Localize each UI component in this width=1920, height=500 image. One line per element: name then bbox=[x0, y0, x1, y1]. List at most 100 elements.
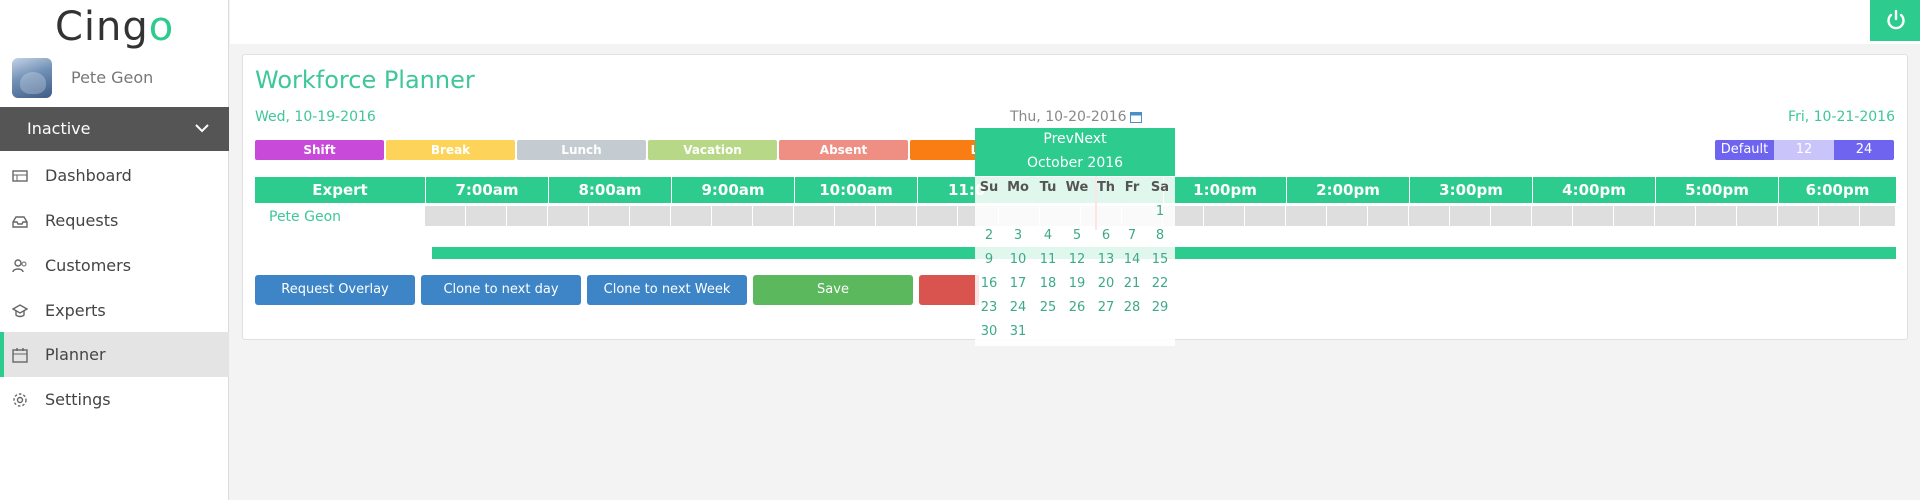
calendar-day[interactable]: 31 bbox=[1004, 324, 1032, 339]
time-slot[interactable] bbox=[1245, 206, 1286, 226]
time-slot[interactable] bbox=[1491, 206, 1532, 226]
calendar-day[interactable]: 16 bbox=[975, 276, 1003, 291]
time-slot[interactable] bbox=[1860, 206, 1896, 226]
calendar-day[interactable]: 29 bbox=[1146, 300, 1174, 315]
legend-vacation[interactable]: Vacation bbox=[648, 140, 777, 160]
sidebar-item-requests[interactable]: Requests bbox=[0, 198, 229, 243]
calendar-day[interactable]: 28 bbox=[1118, 300, 1146, 315]
calendar-day[interactable]: 21 bbox=[1118, 276, 1146, 291]
time-slot[interactable] bbox=[1819, 206, 1860, 226]
time-slot[interactable] bbox=[1778, 206, 1819, 226]
time-slot[interactable] bbox=[1655, 206, 1696, 226]
status-label: Inactive bbox=[27, 119, 91, 138]
calendar-day[interactable]: 27 bbox=[1092, 300, 1120, 315]
save-button[interactable]: Save bbox=[753, 275, 913, 305]
calendar-day[interactable]: 18 bbox=[1034, 276, 1062, 291]
calendar-day[interactable]: 24 bbox=[1004, 300, 1032, 315]
sidebar-item-dashboard[interactable]: Dashboard bbox=[0, 153, 229, 198]
calendar-day[interactable]: 2 bbox=[975, 228, 1003, 243]
clone-next-week-button[interactable]: Clone to next Week bbox=[587, 275, 747, 305]
sidebar-item-settings[interactable]: Settings bbox=[0, 377, 229, 422]
datepicker-prev[interactable]: Prev bbox=[1043, 131, 1074, 147]
calendar-day[interactable]: 12 bbox=[1063, 252, 1091, 267]
time-slot[interactable] bbox=[548, 206, 589, 226]
calendar-day[interactable]: 9 bbox=[975, 252, 1003, 267]
time-slot[interactable] bbox=[1573, 206, 1614, 226]
calendar-day[interactable]: 10 bbox=[1004, 252, 1032, 267]
time-slot[interactable] bbox=[794, 206, 835, 226]
calendar-day[interactable]: 20 bbox=[1092, 276, 1120, 291]
time-slot[interactable] bbox=[1409, 206, 1450, 226]
time-slot[interactable] bbox=[589, 206, 630, 226]
calendar-day[interactable]: 17 bbox=[1004, 276, 1032, 291]
datepicker-header: PrevNext October 2016 bbox=[975, 128, 1175, 176]
gear-icon bbox=[13, 393, 27, 407]
calendar-day[interactable]: 5 bbox=[1063, 228, 1091, 243]
calendar-day[interactable]: 22 bbox=[1146, 276, 1174, 291]
calendar-day[interactable]: 14 bbox=[1118, 252, 1146, 267]
chevron-down-icon bbox=[195, 124, 209, 133]
prev-day-link[interactable]: Wed, 10-19-2016 bbox=[255, 109, 376, 125]
legend-break[interactable]: Break bbox=[386, 140, 515, 160]
time-slot[interactable] bbox=[1696, 206, 1737, 226]
time-slot[interactable] bbox=[1450, 206, 1491, 226]
time-slot[interactable] bbox=[1737, 206, 1778, 226]
user-profile[interactable]: Pete Geon bbox=[12, 58, 222, 100]
format-default-button[interactable]: Default bbox=[1715, 140, 1774, 160]
format-24h-button[interactable]: 24 bbox=[1834, 140, 1894, 160]
time-slot[interactable] bbox=[1286, 206, 1327, 226]
calendar-day[interactable]: 25 bbox=[1034, 300, 1062, 315]
time-slot[interactable] bbox=[1614, 206, 1655, 226]
hour-label: 1:00pm bbox=[1163, 177, 1286, 203]
time-slot[interactable] bbox=[835, 206, 876, 226]
calendar-day[interactable]: 11 bbox=[1034, 252, 1062, 267]
dashboard-icon bbox=[12, 170, 28, 182]
hour-label: 2:00pm bbox=[1286, 177, 1409, 203]
sidebar-item-label: Dashboard bbox=[45, 166, 132, 185]
next-day-link[interactable]: Fri, 10-21-2016 bbox=[1788, 109, 1895, 125]
datepicker-next[interactable]: Next bbox=[1074, 131, 1107, 147]
time-slot[interactable] bbox=[712, 206, 753, 226]
time-slot[interactable] bbox=[876, 206, 917, 226]
calendar-day[interactable]: 7 bbox=[1118, 228, 1146, 243]
time-slot[interactable] bbox=[425, 206, 466, 226]
time-slot[interactable] bbox=[1532, 206, 1573, 226]
time-slot[interactable] bbox=[671, 206, 712, 226]
time-slot[interactable] bbox=[1327, 206, 1368, 226]
time-slot[interactable] bbox=[917, 206, 958, 226]
expert-name[interactable]: Pete Geon bbox=[269, 209, 341, 225]
calendar-day[interactable]: 1 bbox=[1146, 204, 1174, 219]
legend-lunch[interactable]: Lunch bbox=[517, 140, 646, 160]
time-slot[interactable] bbox=[1368, 206, 1409, 226]
calendar-day[interactable]: 30 bbox=[975, 324, 1003, 339]
sidebar-item-label: Settings bbox=[45, 390, 111, 409]
calendar-day[interactable]: 26 bbox=[1063, 300, 1091, 315]
status-dropdown[interactable]: Inactive bbox=[0, 107, 229, 151]
delete-button[interactable] bbox=[919, 275, 979, 305]
calendar-day[interactable]: 6 bbox=[1092, 228, 1120, 243]
legend-absent[interactable]: Absent bbox=[779, 140, 908, 160]
time-slot[interactable] bbox=[753, 206, 794, 226]
format-12h-button[interactable]: 12 bbox=[1774, 140, 1834, 160]
sidebar-item-customers[interactable]: Customers bbox=[0, 243, 229, 288]
calendar-icon bbox=[1129, 112, 1142, 123]
date-picker-toggle[interactable]: Thu, 10-20-2016 bbox=[1010, 109, 1142, 125]
time-slot[interactable] bbox=[507, 206, 548, 226]
calendar-day[interactable]: 13 bbox=[1092, 252, 1120, 267]
sidebar-item-experts[interactable]: Experts bbox=[0, 288, 229, 333]
power-button[interactable] bbox=[1870, 0, 1920, 41]
calendar-day[interactable]: 4 bbox=[1034, 228, 1062, 243]
legend-shift[interactable]: Shift bbox=[255, 140, 384, 160]
sidebar-item-planner[interactable]: Planner bbox=[0, 332, 229, 377]
weekday-label: Tu bbox=[1039, 180, 1057, 195]
clone-next-day-button[interactable]: Clone to next day bbox=[421, 275, 581, 305]
time-slot[interactable] bbox=[466, 206, 507, 226]
time-slot[interactable] bbox=[1204, 206, 1245, 226]
time-slot[interactable] bbox=[630, 206, 671, 226]
calendar-day[interactable]: 8 bbox=[1146, 228, 1174, 243]
calendar-day[interactable]: 19 bbox=[1063, 276, 1091, 291]
calendar-day[interactable]: 3 bbox=[1004, 228, 1032, 243]
request-overlay-button[interactable]: Request Overlay bbox=[255, 275, 415, 305]
calendar-day[interactable]: 15 bbox=[1146, 252, 1174, 267]
calendar-day[interactable]: 23 bbox=[975, 300, 1003, 315]
